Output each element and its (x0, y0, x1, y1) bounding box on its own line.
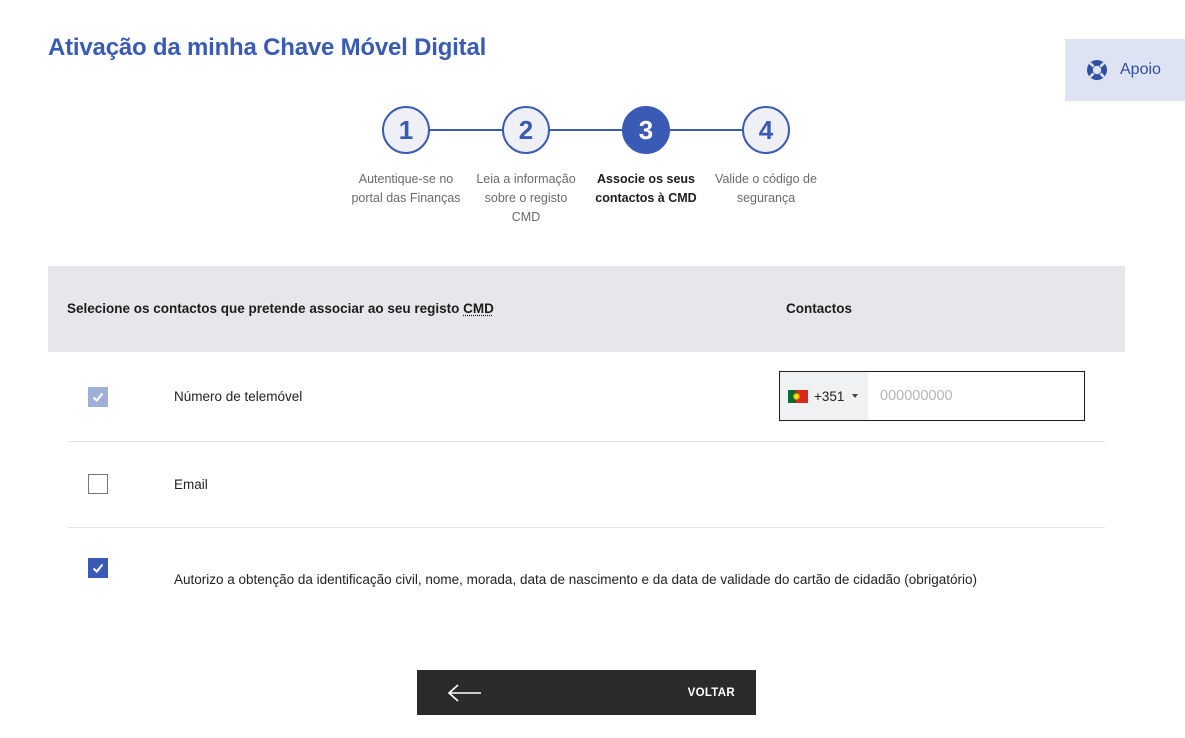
step-4: 4 Valide o código de segurança (706, 106, 826, 208)
contact-row-email: Email (68, 442, 1105, 528)
country-code-select[interactable]: +351 (780, 372, 868, 420)
header-select-contacts: Selecione os contactos que pretende asso… (67, 301, 494, 316)
step-number: 4 (742, 106, 790, 154)
step-label: Valide o código de segurança (715, 172, 817, 205)
step-1: 1 Autentique-se no portal das Finanças (346, 106, 466, 208)
consent-row: Autorizo a obtenção da identificação civ… (68, 528, 1105, 608)
checkmark-icon (92, 392, 104, 402)
back-button[interactable]: VOLTAR (417, 670, 756, 715)
step-number: 2 (502, 106, 550, 154)
support-label: Apoio (1120, 61, 1161, 78)
email-label: Email (174, 477, 208, 492)
contact-row-phone: Número de telemóvel +351 (68, 352, 1105, 442)
page-title: Ativação da minha Chave Móvel Digital (48, 34, 487, 61)
dial-code: +351 (814, 388, 845, 404)
consent-checkbox[interactable] (88, 558, 108, 578)
contacts-table-header: Selecione os contactos que pretende asso… (48, 266, 1125, 352)
email-checkbox[interactable] (88, 474, 108, 494)
step-label: Associe os seus contactos à CMD (595, 172, 697, 205)
step-2: 2 Leia a informação sobre o registo CMD (466, 106, 586, 227)
step-label: Autentique-se no portal das Finanças (351, 172, 461, 205)
step-3: 3 Associe os seus contactos à CMD (586, 106, 706, 208)
portugal-flag-icon (788, 389, 808, 403)
checkmark-icon (92, 563, 104, 573)
arrow-left-icon (447, 683, 483, 703)
lifebuoy-icon (1086, 59, 1108, 81)
phone-label: Número de telemóvel (174, 389, 303, 404)
phone-field: +351 (779, 371, 1085, 421)
phone-checkbox[interactable] (88, 387, 108, 407)
step-number: 1 (382, 106, 430, 154)
step-label: Leia a informação sobre o registo CMD (476, 172, 576, 224)
support-button[interactable]: Apoio (1065, 39, 1185, 101)
consent-label: Autorizo a obtenção da identificação civ… (174, 572, 978, 587)
header-contacts: Contactos (786, 301, 853, 316)
progress-stepper: 1 Autentique-se no portal das Finanças 2… (346, 106, 826, 236)
back-label: VOLTAR (687, 686, 735, 699)
header-select-contacts-text: Selecione os contactos que pretende asso… (67, 301, 464, 316)
caret-down-icon (852, 394, 859, 398)
step-number: 3 (622, 106, 670, 154)
phone-input[interactable] (868, 372, 1084, 420)
cmd-abbr: CMD (463, 301, 494, 316)
